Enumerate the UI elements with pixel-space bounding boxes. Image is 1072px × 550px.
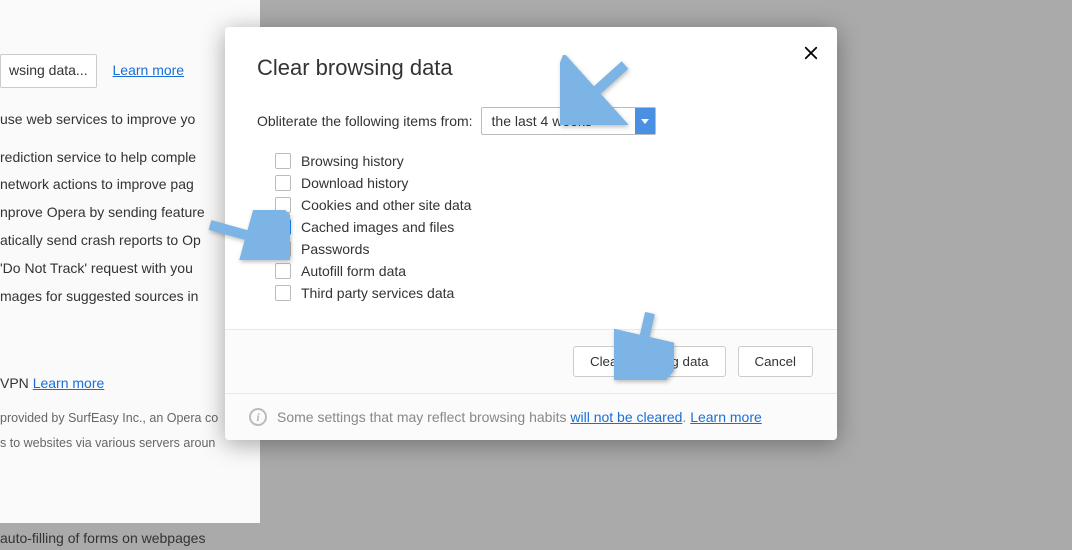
checkbox-cached-images[interactable]: Cached images and files <box>275 219 805 235</box>
clear-options-list: Browsing history Download history Cookie… <box>275 153 805 301</box>
checkbox-input[interactable] <box>275 153 291 169</box>
info-text: Some settings that may reflect browsing … <box>277 409 762 425</box>
close-icon <box>802 44 820 62</box>
checkbox-input[interactable] <box>275 263 291 279</box>
checkbox-label: Autofill form data <box>301 263 406 279</box>
info-learn-more-link[interactable]: Learn more <box>690 409 762 425</box>
checkbox-input[interactable] <box>275 241 291 257</box>
will-not-be-cleared-link[interactable]: will not be cleared <box>570 409 682 425</box>
checkbox-cookies[interactable]: Cookies and other site data <box>275 197 805 213</box>
select-value: the last 4 weeks <box>492 113 592 129</box>
time-range-select[interactable]: the last 4 weeks <box>481 107 656 135</box>
checkbox-input[interactable] <box>275 175 291 191</box>
dialog-footer: Clear browsing data Cancel <box>225 329 837 393</box>
checkbox-label: Passwords <box>301 241 369 257</box>
checkbox-input[interactable] <box>275 197 291 213</box>
checkbox-label: Third party services data <box>301 285 454 301</box>
clear-browsing-data-button[interactable]: Clear browsing data <box>573 346 726 377</box>
time-range-label: Obliterate the following items from: <box>257 113 473 129</box>
info-icon: i <box>249 408 267 426</box>
checkbox-input[interactable] <box>275 285 291 301</box>
checkbox-autofill[interactable]: Autofill form data <box>275 263 805 279</box>
cancel-button[interactable]: Cancel <box>738 346 814 377</box>
checkbox-label: Cached images and files <box>301 219 454 235</box>
modal-overlay: Clear browsing data Obliterate the follo… <box>0 0 1072 523</box>
checkbox-input[interactable] <box>275 219 291 235</box>
checkbox-label: Browsing history <box>301 153 404 169</box>
chevron-down-icon <box>635 108 655 134</box>
checkbox-browsing-history[interactable]: Browsing history <box>275 153 805 169</box>
checkbox-label: Cookies and other site data <box>301 197 471 213</box>
dialog-info-bar: i Some settings that may reflect browsin… <box>225 393 837 440</box>
close-button[interactable] <box>797 39 825 67</box>
checkbox-label: Download history <box>301 175 408 191</box>
bg-text: auto-filling of forms on webpages <box>0 527 260 550</box>
checkbox-third-party[interactable]: Third party services data <box>275 285 805 301</box>
checkbox-download-history[interactable]: Download history <box>275 175 805 191</box>
clear-browsing-data-dialog: Clear browsing data Obliterate the follo… <box>225 27 837 440</box>
checkbox-passwords[interactable]: Passwords <box>275 241 805 257</box>
dialog-title: Clear browsing data <box>257 55 805 81</box>
info-prefix: Some settings that may reflect browsing … <box>277 409 570 425</box>
